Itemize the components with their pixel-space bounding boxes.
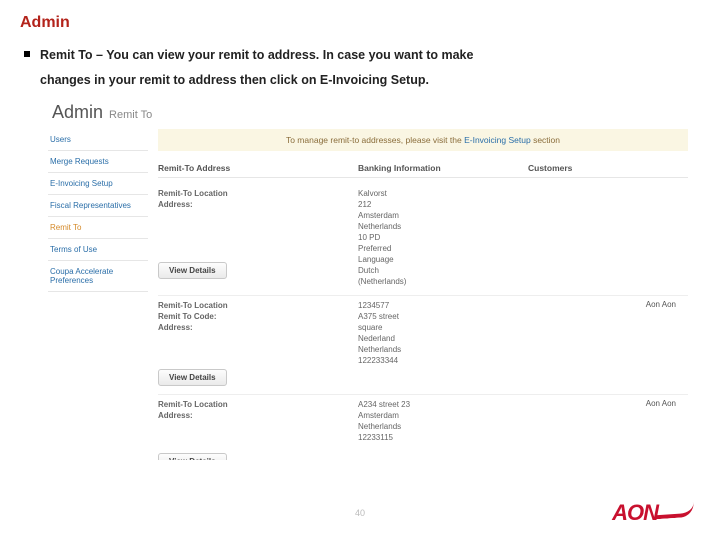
field-value: Kalvorst <box>358 188 528 199</box>
main-panel: To manage remit-to addresses, please vis… <box>158 129 688 460</box>
col-remit-to-address: Remit-To Address <box>158 163 358 173</box>
field-value: Netherlands <box>358 221 528 232</box>
field-value: Amsterdam <box>358 210 528 221</box>
square-bullet-icon <box>24 51 30 57</box>
customer-cell <box>528 188 688 287</box>
sidebar: Users Merge Requests E-Invoicing Setup F… <box>48 129 148 460</box>
sidebar-item-remit-to[interactable]: Remit To <box>48 217 148 239</box>
sidebar-item-coupa-accelerate[interactable]: Coupa Accelerate Preferences <box>48 261 148 292</box>
field-label: Address: <box>158 410 358 421</box>
field-value: 12233115 <box>358 432 528 443</box>
admin-heading: Admin <box>52 102 103 123</box>
field-label: Address: <box>158 199 358 210</box>
view-details-button[interactable]: View Details <box>158 453 227 460</box>
slide-title: Admin <box>20 14 700 32</box>
field-label: Remit-To Location <box>158 399 358 410</box>
customer-cell: Aon Aon <box>528 300 688 386</box>
field-value: 10 PD <box>358 232 528 243</box>
bullet-continuation: changes in your remit to address then cl… <box>40 71 700 90</box>
notice-pre: To manage remit-to addresses, please vis… <box>286 135 464 145</box>
field-label: Remit To Code: <box>158 311 358 322</box>
admin-subheading: Remit To <box>109 109 152 121</box>
sidebar-item-einvoicing-setup[interactable]: E-Invoicing Setup <box>48 173 148 195</box>
sidebar-item-users[interactable]: Users <box>48 129 148 151</box>
screenshot: Admin Remit To Users Merge Requests E-In… <box>48 100 688 460</box>
field-label: Remit-To Location <box>158 188 358 199</box>
field-value: Nederland <box>358 333 528 344</box>
view-details-button[interactable]: View Details <box>158 262 227 279</box>
field-value: Amsterdam <box>358 410 528 421</box>
notice-banner: To manage remit-to addresses, please vis… <box>158 129 688 151</box>
col-banking-information: Banking Information <box>358 163 528 173</box>
field-label: Address: <box>158 322 358 333</box>
remit-record: Remit-To Location Address: View Details … <box>158 395 688 460</box>
bullet-rest: You can view your remit to address. In c… <box>106 48 473 62</box>
sidebar-item-fiscal-representatives[interactable]: Fiscal Representatives <box>48 195 148 217</box>
logo-swoosh-icon <box>654 503 695 520</box>
logo-text: AON <box>612 500 658 525</box>
remit-record: Remit-To Location Remit To Code: Address… <box>158 296 688 395</box>
sidebar-item-terms-of-use[interactable]: Terms of Use <box>48 239 148 261</box>
view-details-button[interactable]: View Details <box>158 369 227 386</box>
field-value: Dutch <box>358 265 528 276</box>
field-value: (Netherlands) <box>358 276 528 287</box>
field-value: A375 street <box>358 311 528 322</box>
field-label: Remit-To Location <box>158 300 358 311</box>
bullet-row: Remit To – You can view your remit to ad… <box>24 46 700 65</box>
field-value: Preferred <box>358 243 528 254</box>
field-value: A234 street 23 <box>358 399 528 410</box>
notice-link[interactable]: E-Invoicing Setup <box>464 135 531 145</box>
col-customers: Customers <box>528 163 688 173</box>
customer-cell: Aon Aon <box>528 399 688 460</box>
aon-logo: AON <box>612 500 694 526</box>
field-value: 122233344 <box>358 355 528 366</box>
sidebar-item-merge-requests[interactable]: Merge Requests <box>48 151 148 173</box>
column-headers: Remit-To Address Banking Information Cus… <box>158 159 688 178</box>
field-value: 212 <box>358 199 528 210</box>
field-value: square <box>358 322 528 333</box>
field-value: Language <box>358 254 528 265</box>
field-value: 1234577 <box>358 300 528 311</box>
notice-post: section <box>531 135 560 145</box>
bullet-text: Remit To – You can view your remit to ad… <box>40 46 473 65</box>
field-value: Netherlands <box>358 421 528 432</box>
field-value: Netherlands <box>358 344 528 355</box>
remit-record: Remit-To Location Address: View Details … <box>158 184 688 296</box>
screenshot-heading: Admin Remit To <box>48 100 688 129</box>
bullet-strong: Remit To – <box>40 48 106 62</box>
page-number: 40 <box>355 508 365 518</box>
